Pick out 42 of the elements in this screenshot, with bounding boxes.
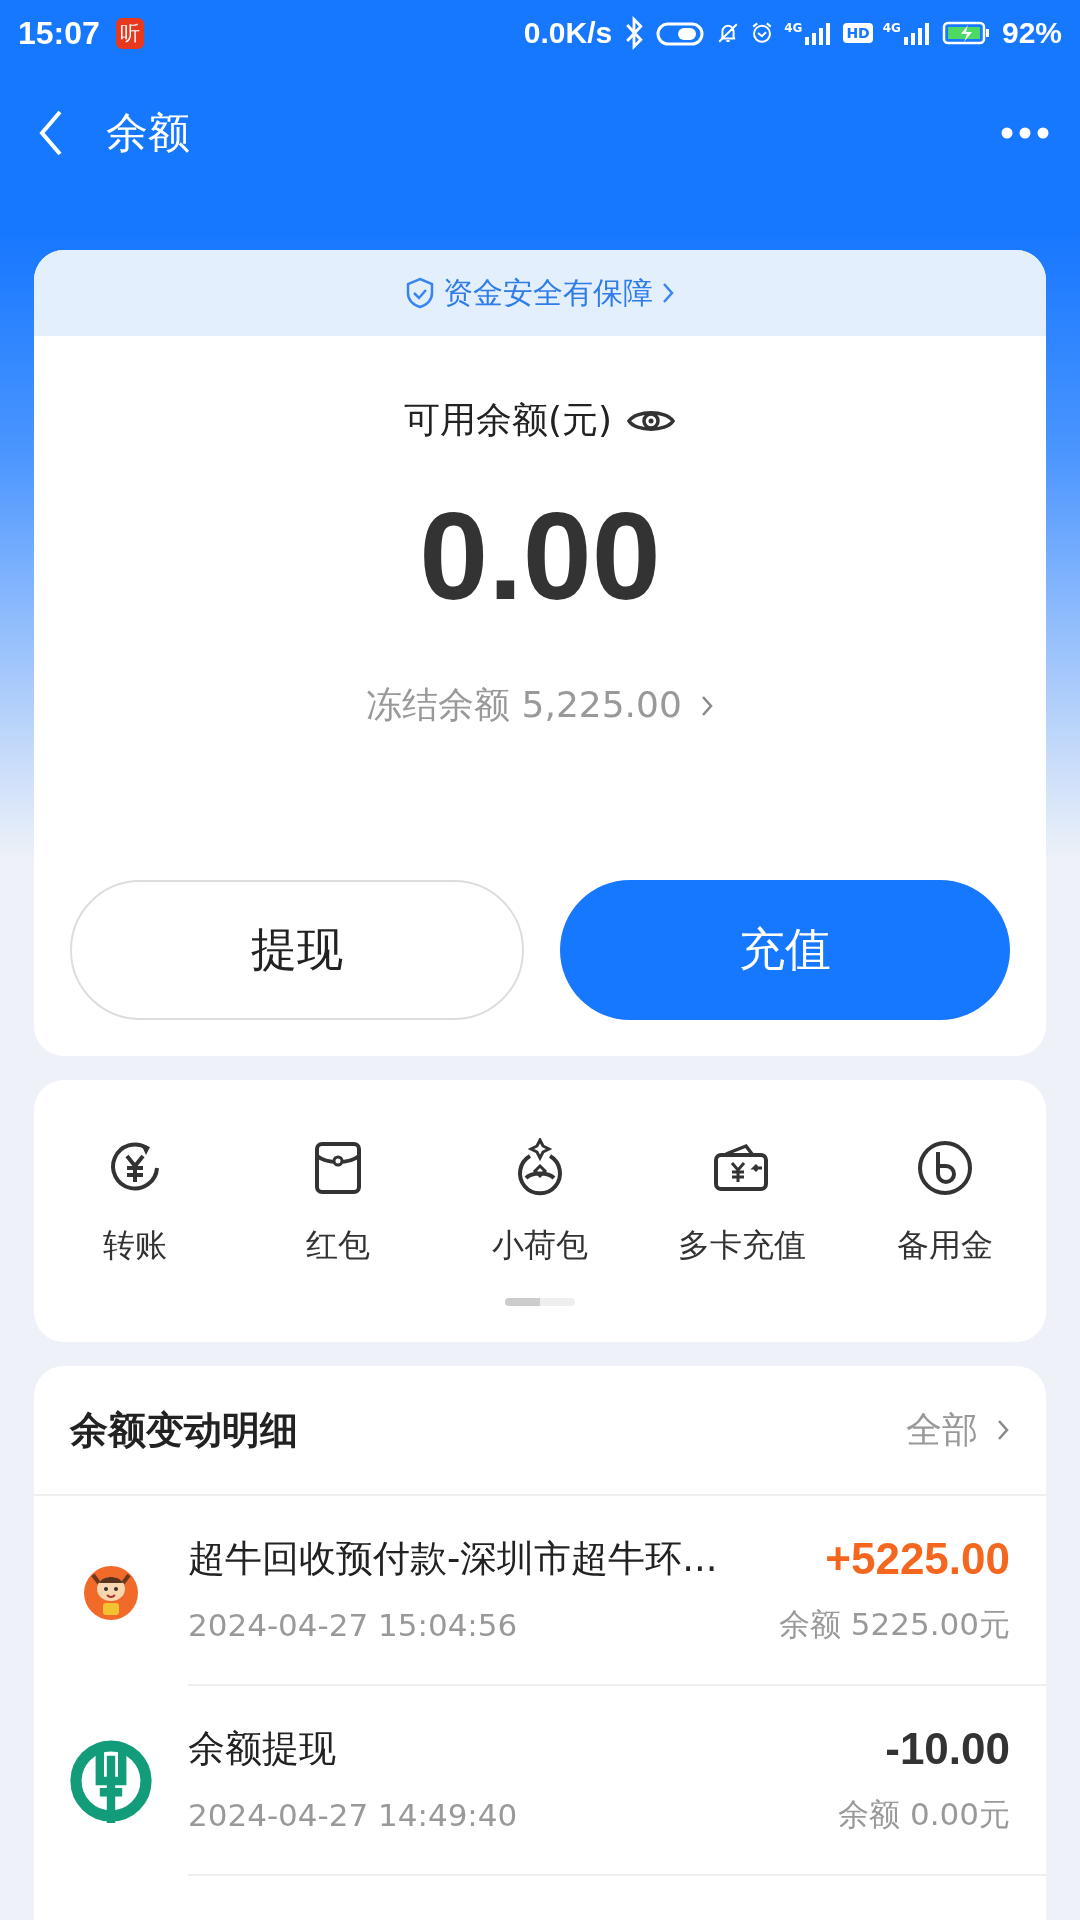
chevron-icon bbox=[996, 1418, 1010, 1442]
shortcut-item[interactable]: 红包 bbox=[236, 1138, 439, 1268]
signal-icon bbox=[901, 21, 932, 45]
transaction-amount: -10.00 bbox=[885, 1724, 1010, 1774]
shortcut-item[interactable]: 多卡充值 bbox=[641, 1138, 844, 1268]
balance-after: 余额 5225.00元 bbox=[778, 1605, 1010, 1644]
network-speed: 0.0K/s bbox=[523, 16, 613, 50]
transaction-row[interactable]: 超牛回收预付款-深圳市超牛环... +5225.00 2024-04-27 15:04:56 余额 5225.00元 bbox=[34, 1496, 1046, 1686]
page-indicator bbox=[505, 1298, 575, 1306]
transaction-title: 超牛回收预付款-深圳市超牛环... bbox=[188, 1536, 718, 1582]
page-title: 余额 bbox=[106, 107, 190, 159]
more-icon[interactable] bbox=[1000, 126, 1050, 140]
app-badge: 听 bbox=[115, 17, 144, 49]
shortcut-item[interactable]: 转账 bbox=[34, 1138, 237, 1268]
transaction-row[interactable]: 余额提现 -10.00 2024-04-27 14:49:40 余额 0.00元 bbox=[34, 1686, 1046, 1876]
withdraw-button[interactable]: 提现 bbox=[70, 880, 524, 1020]
shortcut-label: 备用金 bbox=[896, 1225, 993, 1266]
chevron-icon bbox=[661, 281, 675, 305]
hd-badge: HD bbox=[843, 23, 873, 43]
shortcut-label: 多卡充值 bbox=[678, 1225, 807, 1266]
section-title: 余额变动明细 bbox=[70, 1406, 298, 1454]
battery-percent: 92% bbox=[1001, 16, 1062, 50]
recharge-button[interactable]: 充值 bbox=[560, 880, 1010, 1020]
network-type: 4G bbox=[784, 21, 803, 35]
shortcut-item[interactable]: 备用金 bbox=[843, 1138, 1047, 1268]
transaction-time: 2024-04-27 14:49:40 bbox=[188, 1797, 518, 1833]
balance-amount: 0.00 bbox=[418, 486, 662, 627]
balance-label: 可用余额(元) bbox=[403, 398, 613, 442]
bank-logo-icon bbox=[69, 1739, 153, 1823]
shortcut-item[interactable]: 小荷包 bbox=[438, 1138, 642, 1268]
balance-after: 余额 0.00元 bbox=[838, 1795, 1010, 1834]
shortcut-label: 小荷包 bbox=[492, 1225, 588, 1266]
transaction-title: 余额提现 bbox=[188, 1726, 336, 1772]
shortcut-label: 转账 bbox=[103, 1225, 168, 1266]
transaction-time: 2024-04-27 15:04:56 bbox=[188, 1607, 518, 1643]
security-text: 资金安全有保障 bbox=[443, 273, 653, 312]
frozen-balance: 冻结余额 5,225.00 bbox=[366, 683, 682, 727]
shield-icon bbox=[405, 277, 435, 309]
network-type: 4G bbox=[882, 21, 901, 35]
transaction-amount: +5225.00 bbox=[825, 1534, 1010, 1584]
shortcut-label: 红包 bbox=[305, 1225, 370, 1266]
status-time: 15:07 bbox=[18, 14, 100, 52]
